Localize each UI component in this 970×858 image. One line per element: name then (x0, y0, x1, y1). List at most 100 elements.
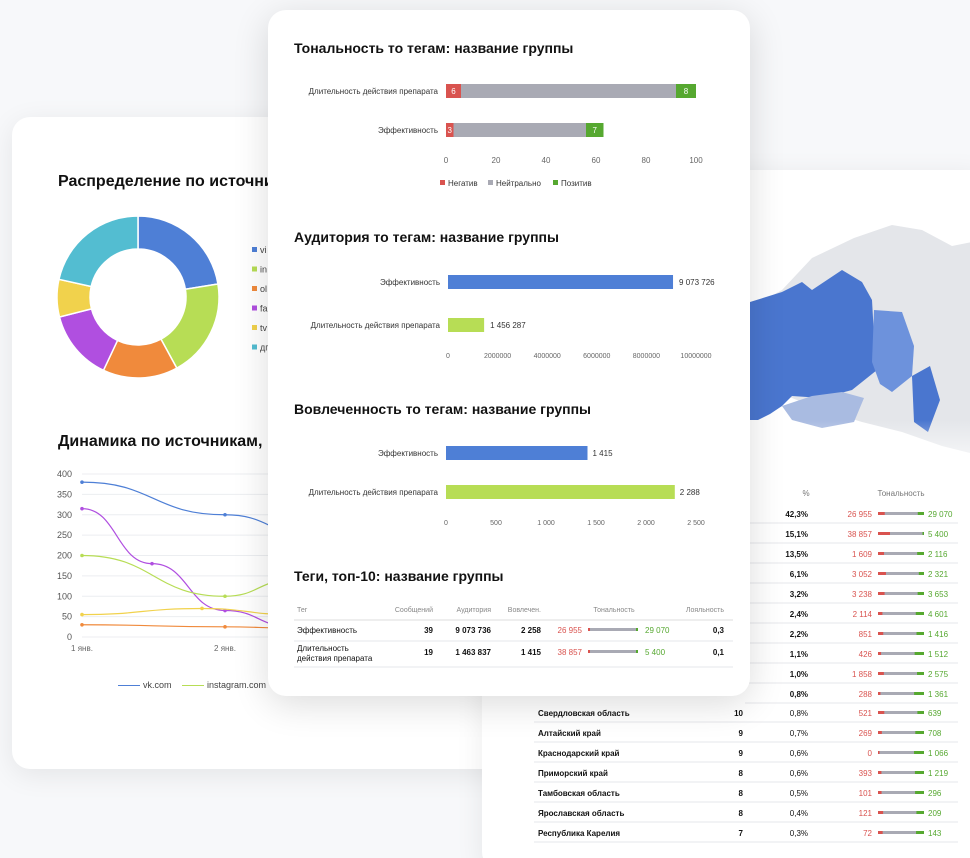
row-pct: 0,6% (790, 769, 808, 778)
y-tick-label: 250 (57, 530, 72, 540)
row-pct: 0,8% (790, 690, 808, 699)
tone-bar-neutral (878, 711, 924, 714)
sentiment-legend-label: Нейтрально (496, 179, 542, 188)
row-pos: 209 (928, 809, 942, 818)
row-count: 10 (734, 709, 743, 718)
row-region: Тамбовская область (538, 789, 620, 798)
tags-row-messages: 19 (424, 648, 433, 657)
tags-row-pos: 5 400 (645, 648, 666, 657)
series-point (80, 612, 84, 617)
row-pos: 2 575 (928, 670, 949, 679)
series-point (223, 625, 227, 629)
tags-header: Сообщений (395, 606, 433, 614)
sentiment-neg-value: 3 (448, 126, 453, 135)
tone-bar-neutral (878, 592, 924, 595)
y-tick-label: 50 (62, 612, 72, 622)
tone-bar-negative (878, 652, 882, 655)
tags-charts: Длительность действия препарата 6 8 Эффекти… (294, 84, 733, 668)
legend-instagram: instagram.com (182, 680, 266, 690)
engagement-x-tick: 1 000 (537, 520, 555, 527)
row-pos: 296 (928, 789, 942, 798)
row-neg: 26 955 (848, 510, 873, 519)
row-region: Краснодарский край (538, 749, 620, 758)
row-neg: 101 (859, 789, 873, 798)
tone-bar-negative (878, 751, 880, 754)
row-region: Ярославская область (538, 809, 624, 818)
audience-x-tick: 0 (446, 353, 450, 360)
row-neg: 3 238 (852, 590, 873, 599)
tone-bar-positive (922, 532, 924, 535)
tone-bar-positive (916, 831, 924, 834)
tone-bar-positive (914, 692, 924, 695)
row-neg: 521 (859, 709, 873, 718)
sentiment-legend-swatch (553, 180, 558, 185)
sentiment-x-tick: 60 (592, 156, 601, 165)
audience-x-tick: 2000000 (484, 353, 511, 360)
row-neg: 269 (859, 729, 873, 738)
engagement-x-tick: 2 000 (637, 520, 655, 527)
tone-bar-positive (917, 592, 924, 595)
y-tick-label: 100 (57, 591, 72, 601)
tone-bar-negative (878, 831, 883, 834)
tags-tone-negative (588, 628, 590, 631)
tags-row-name: Длительность (297, 644, 349, 653)
row-pct: 0,7% (790, 729, 808, 738)
tags-row-loyalty: 0,3 (713, 626, 725, 635)
row-pos: 4 601 (928, 610, 949, 619)
col-header-pct: % (802, 489, 809, 498)
series-point (150, 561, 154, 566)
tone-bar-negative (878, 672, 884, 675)
tone-bar-positive (914, 771, 924, 774)
sentiment-x-tick: 100 (689, 156, 703, 165)
audience-x-tick: 6000000 (583, 353, 610, 360)
row-count: 8 (739, 769, 744, 778)
audience-value: 9 073 726 (679, 278, 715, 287)
tags-tone-neutral (588, 650, 638, 653)
row-pos: 708 (928, 729, 942, 738)
tone-bar-negative (878, 692, 881, 695)
engagement-x-tick: 2 500 (687, 520, 705, 527)
row-pos: 1 066 (928, 749, 949, 758)
audience-row-label: Длительность действия препарата (311, 321, 441, 330)
engagement-x-tick: 500 (490, 520, 502, 527)
tags-tone-positive (636, 628, 638, 631)
tone-bar-negative (878, 711, 885, 714)
tone-bar-negative (878, 592, 885, 595)
engagement-row-label: Длительность действия препарата (309, 488, 439, 497)
tags-header: Тег (297, 607, 308, 614)
sentiment-x-tick: 0 (444, 156, 449, 165)
row-pos: 29 070 (928, 510, 953, 519)
tone-bar-negative (878, 811, 884, 814)
row-count: 9 (739, 749, 744, 758)
sentiment-legend-swatch (440, 180, 445, 185)
tone-bar-positive (916, 811, 924, 814)
row-region: Республика Карелия (538, 829, 620, 838)
engagement-bar (446, 485, 675, 499)
row-pct: 42,3% (785, 510, 808, 519)
row-pct: 0,8% (790, 709, 808, 718)
y-tick-label: 300 (57, 510, 72, 520)
sentiment-bar-neu (461, 84, 676, 98)
tags-tone-positive (636, 650, 638, 653)
series-point (80, 622, 84, 627)
sentiment-bar-neu (453, 123, 586, 137)
tone-bar-positive (917, 552, 924, 555)
audience-bar (448, 275, 674, 289)
tone-bar-negative (878, 612, 883, 615)
y-tick-label: 400 (57, 469, 72, 479)
sentiment-pos-value: 7 (593, 126, 598, 135)
row-pct: 2,4% (790, 610, 808, 619)
tone-bar-negative (878, 731, 882, 734)
tone-bar-positive (915, 731, 924, 734)
tags-row-name: Эффективность (297, 626, 357, 635)
sentiment-row-label: Длительность действия препарата (309, 87, 439, 96)
row-region: Приморский край (538, 769, 608, 778)
sentiment-row-label: Эффективность (378, 126, 438, 135)
tone-bar-positive (917, 711, 924, 714)
tags-row-name: действия препарата (297, 654, 373, 663)
row-neg: 426 (859, 650, 873, 659)
tone-bar-positive (915, 791, 924, 794)
tags-row-audience: 9 073 736 (455, 626, 491, 635)
series-point (223, 594, 227, 599)
row-pct: 13,5% (785, 550, 808, 559)
